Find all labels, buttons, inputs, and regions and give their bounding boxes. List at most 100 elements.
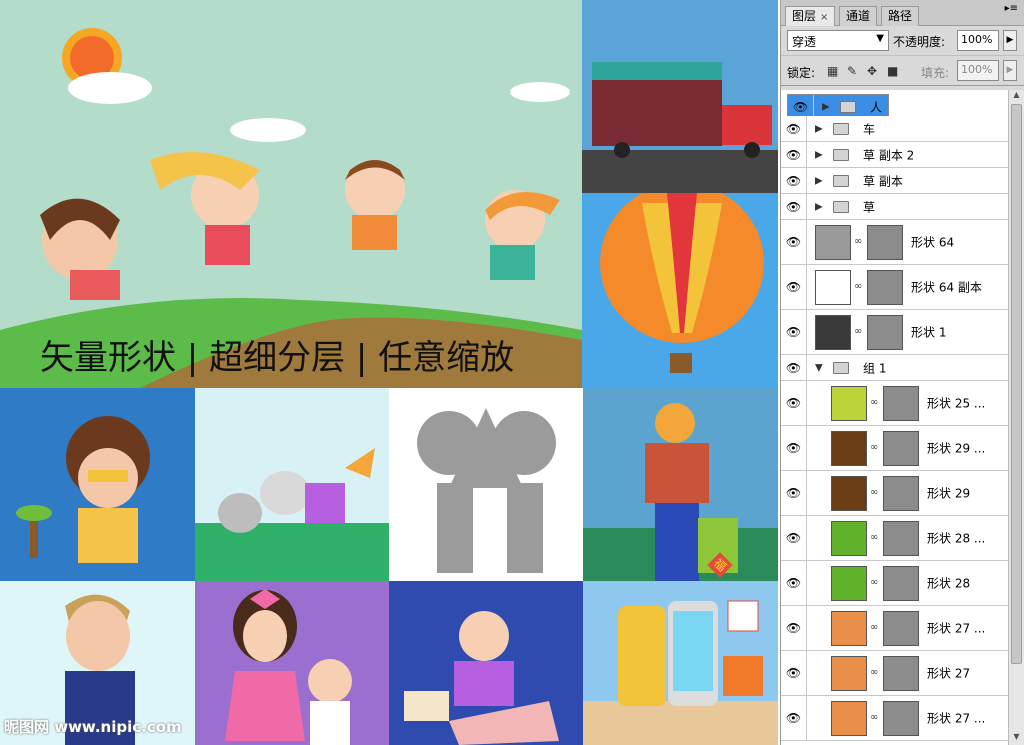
layer-row[interactable]: 👁 ∞ 形状 64 (781, 220, 1009, 265)
blend-mode-select[interactable]: 穿透 ▼ (787, 30, 889, 51)
vector-mask-thumbnail[interactable] (883, 476, 919, 511)
layer-thumbnail[interactable] (815, 270, 851, 305)
vector-mask-thumbnail[interactable] (883, 611, 919, 646)
eye-icon[interactable]: 👁 (781, 310, 807, 354)
link-chain-icon[interactable]: ∞ (870, 577, 878, 588)
layer-thumbnail[interactable] (831, 656, 867, 691)
eye-icon[interactable]: 👁 (781, 168, 807, 193)
layer-thumbnail[interactable] (831, 521, 867, 556)
panel-tabs: 图层 × 通道 路径 ▸≡ (781, 0, 1024, 26)
layers-scrollbar[interactable]: ▲ ▼ (1008, 90, 1024, 745)
link-chain-icon[interactable]: ∞ (870, 532, 878, 543)
link-chain-icon[interactable]: ∞ (854, 281, 862, 292)
tab-channels[interactable]: 通道 (839, 6, 878, 26)
layer-row[interactable]: 👁 ∞ 形状 25 ... (781, 381, 1009, 426)
layer-row[interactable]: 👁 ∞ 形状 1 (781, 310, 1009, 355)
vector-mask-thumbnail[interactable] (883, 521, 919, 556)
layer-row[interactable]: 👁 ▶ 草 副本 2 (781, 142, 1009, 168)
eye-icon[interactable]: 👁 (781, 220, 807, 264)
layer-row[interactable]: 👁 ▼ 组 1 (781, 355, 1009, 381)
layer-thumbnail[interactable] (831, 701, 867, 736)
eye-icon[interactable]: 👁 (781, 265, 807, 309)
expand-closed-icon[interactable]: ▶ (815, 149, 823, 160)
expand-closed-icon[interactable]: ▶ (815, 175, 823, 186)
layer-row[interactable]: 👁 ∞ 形状 28 (781, 561, 1009, 606)
layer-row[interactable]: 👁 ∞ 形状 64 副本 (781, 265, 1009, 310)
link-chain-icon[interactable]: ∞ (854, 236, 862, 247)
expand-closed-icon[interactable]: ▶ (815, 123, 823, 134)
vector-mask-thumbnail[interactable] (883, 656, 919, 691)
layer-name: 人 (870, 100, 883, 115)
eye-icon[interactable]: 👁 (781, 116, 807, 141)
link-chain-icon[interactable]: ∞ (854, 326, 862, 337)
lock-transparent-icon[interactable]: ▦ (827, 64, 838, 78)
link-chain-icon[interactable]: ∞ (870, 622, 878, 633)
layer-row[interactable]: 👁 ∞ 形状 27 ... (781, 696, 1009, 741)
link-chain-icon[interactable]: ∞ (870, 667, 878, 678)
eye-icon[interactable]: 👁 (781, 696, 807, 740)
link-chain-icon[interactable]: ∞ (870, 487, 878, 498)
scroll-down-icon[interactable]: ▼ (1009, 732, 1024, 745)
vector-mask-thumbnail[interactable] (883, 431, 919, 466)
tab-layers-label: 图层 (792, 9, 817, 23)
vector-mask-thumbnail[interactable] (867, 225, 903, 260)
eye-icon[interactable]: 👁 (781, 471, 807, 515)
tab-channels-label: 通道 (846, 9, 871, 23)
layers-panel: 图层 × 通道 路径 ▸≡ 穿透 ▼ 不透明度: 100% ▶ 锁定: ▦ ✎ ✥… (780, 0, 1024, 745)
scroll-up-icon[interactable]: ▲ (1009, 90, 1024, 103)
lock-move-icon[interactable]: ✥ (867, 64, 877, 78)
layer-row[interactable]: 👁 ▶ 草 (781, 194, 1009, 220)
vector-mask-thumbnail[interactable] (883, 566, 919, 601)
layer-row[interactable]: 👁 ▶ 车 (781, 116, 1009, 142)
grey-figures-illustration (389, 388, 583, 581)
banner-text: 矢量形状 | 超细分层 | 任意缩放 (40, 338, 515, 378)
eye-icon[interactable]: 👁 (781, 606, 807, 650)
layer-thumbnail[interactable] (831, 611, 867, 646)
layer-thumbnail[interactable] (831, 476, 867, 511)
layer-name: 组 1 (863, 361, 887, 375)
lock-all-icon[interactable]: ■ (887, 64, 898, 78)
opacity-input[interactable]: 100% (957, 30, 999, 51)
vector-mask-thumbnail[interactable] (867, 270, 903, 305)
layer-row[interactable]: 👁 ∞ 形状 27 (781, 651, 1009, 696)
layer-thumbnail[interactable] (815, 315, 851, 350)
link-chain-icon[interactable]: ∞ (870, 712, 878, 723)
eye-icon[interactable]: 👁 (781, 426, 807, 470)
layer-row[interactable]: 👁 ∞ 形状 27 ... (781, 606, 1009, 651)
panel-menu-icon[interactable]: ▸≡ (1005, 3, 1018, 14)
tab-layers[interactable]: 图层 × (785, 6, 836, 26)
expand-closed-icon[interactable]: ▶ (822, 102, 830, 113)
layer-thumbnail[interactable] (815, 225, 851, 260)
vector-mask-thumbnail[interactable] (883, 386, 919, 421)
layer-thumbnail[interactable] (831, 566, 867, 601)
close-icon[interactable]: × (820, 12, 828, 23)
eye-icon[interactable]: 👁 (781, 381, 807, 425)
link-chain-icon[interactable]: ∞ (870, 397, 878, 408)
chevron-down-icon: ▼ (876, 33, 884, 44)
eye-icon[interactable]: 👁 (781, 142, 807, 167)
folder-icon (833, 361, 849, 374)
scrollbar-thumb[interactable] (1011, 104, 1022, 664)
opacity-slider-toggle[interactable]: ▶ (1003, 30, 1017, 51)
eye-icon[interactable]: 👁 (781, 194, 807, 219)
fill-slider-toggle[interactable]: ▶ (1003, 60, 1017, 81)
expand-closed-icon[interactable]: ▶ (815, 201, 823, 212)
layer-row[interactable]: 👁 ∞ 形状 28 ... (781, 516, 1009, 561)
layer-row[interactable]: 👁 ∞ 形状 29 (781, 471, 1009, 516)
vector-mask-thumbnail[interactable] (883, 701, 919, 736)
layer-thumbnail[interactable] (831, 431, 867, 466)
tab-paths[interactable]: 路径 (881, 6, 920, 26)
eye-icon[interactable]: 👁 (781, 516, 807, 560)
layer-row[interactable]: 👁 ▶ 草 副本 (781, 168, 1009, 194)
fill-input[interactable]: 100% (957, 60, 999, 81)
eye-icon[interactable]: 👁 (781, 651, 807, 695)
layers-list: 👁 ▶ 人 👁 ▶ 车 👁 ▶ 草 副本 2 👁 ▶ 草 副本 👁 ▶ 草 👁 ∞ 形状 64 👁 ∞ 形状 64 副本… (781, 90, 1009, 745)
vector-mask-thumbnail[interactable] (867, 315, 903, 350)
eye-icon[interactable]: 👁 (781, 561, 807, 605)
expand-open-icon[interactable]: ▼ (815, 362, 823, 373)
eye-icon[interactable]: 👁 (781, 355, 807, 380)
layer-row[interactable]: 👁 ∞ 形状 29 ... (781, 426, 1009, 471)
lock-brush-icon[interactable]: ✎ (847, 64, 857, 78)
link-chain-icon[interactable]: ∞ (870, 442, 878, 453)
layer-thumbnail[interactable] (831, 386, 867, 421)
